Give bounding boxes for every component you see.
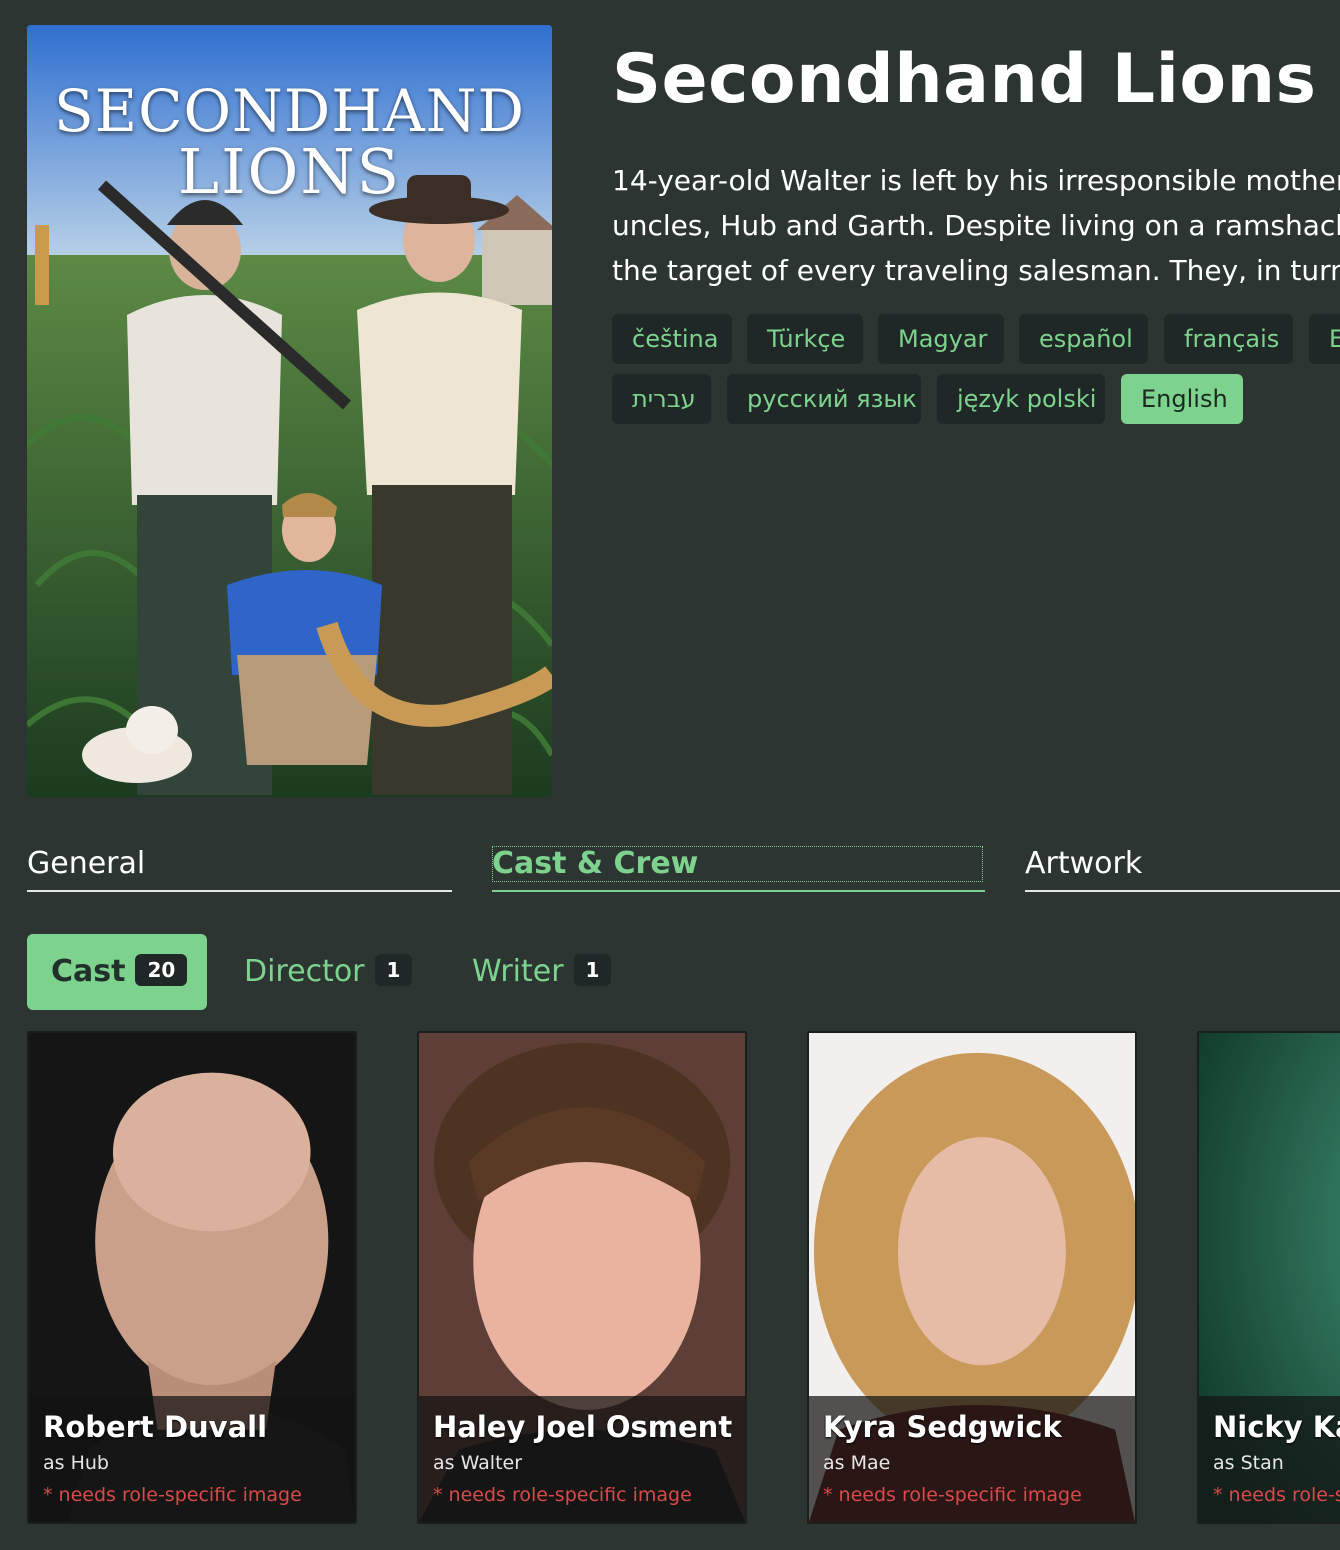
cast-caption: Kyra Sedgwick as Mae * needs role-specif… xyxy=(809,1396,1135,1522)
cast-role: as Hub xyxy=(43,1452,109,1474)
movie-overview: 14-year-old Walter is left by his irresp… xyxy=(612,158,1340,293)
cast-image-note: * needs role-specific image xyxy=(823,1484,1082,1506)
cast-name: Haley Joel Osment xyxy=(433,1410,733,1444)
language-chip-en[interactable]: English xyxy=(1121,374,1243,424)
language-chip-partial[interactable]: E xyxy=(1309,314,1340,364)
cast-caption: Nicky Ka as Stan * needs role-sp xyxy=(1199,1396,1340,1522)
tab-general[interactable]: General xyxy=(27,846,452,892)
subtab-writer-label: Writer xyxy=(472,954,564,989)
language-chip-he[interactable]: עברית xyxy=(612,374,711,424)
movie-detail-page: SECONDHAND LIONS Secondhand Lions 14-yea… xyxy=(0,0,1340,1550)
language-chip-cs[interactable]: čeština xyxy=(612,314,732,364)
cast-image-note: * needs role-specific image xyxy=(43,1484,302,1506)
tab-cast-crew[interactable]: Cast & Crew xyxy=(492,846,985,892)
cast-role: as Walter xyxy=(433,1452,523,1474)
overview-line: uncles, Hub and Garth. Despite living on… xyxy=(612,209,1340,242)
cast-name: Nicky Ka xyxy=(1213,1410,1340,1444)
cast-caption: Robert Duvall as Hub * needs role-specif… xyxy=(29,1396,355,1522)
subtab-director[interactable]: Director 1 xyxy=(244,934,424,1010)
tab-general-label: General xyxy=(27,846,146,881)
cast-role: as Mae xyxy=(823,1452,891,1474)
writer-count-badge: 1 xyxy=(573,953,612,986)
movie-poster: SECONDHAND LIONS xyxy=(27,25,552,797)
cast-card[interactable]: Haley Joel Osment as Walter * needs role… xyxy=(417,1031,747,1524)
language-chip-es[interactable]: español xyxy=(1019,314,1148,364)
cast-card[interactable]: Kyra Sedgwick as Mae * needs role-specif… xyxy=(807,1031,1137,1524)
language-chip-tr[interactable]: Türkçe xyxy=(747,314,863,364)
overview-line: the target of every traveling salesman. … xyxy=(612,254,1340,287)
tab-artwork-label: Artwork xyxy=(1025,846,1143,881)
tab-artwork[interactable]: Artwork xyxy=(1025,846,1340,892)
focus-outline xyxy=(492,846,983,882)
cast-name: Robert Duvall xyxy=(43,1410,268,1444)
overview-line: 14-year-old Walter is left by his irresp… xyxy=(612,164,1340,197)
cast-role: as Stan xyxy=(1213,1452,1284,1474)
subtab-director-label: Director xyxy=(244,954,365,989)
cast-name: Kyra Sedgwick xyxy=(823,1410,1062,1444)
language-chip-fr[interactable]: français xyxy=(1164,314,1293,364)
subtab-cast-label: Cast xyxy=(51,954,126,989)
cast-image-note: * needs role-sp xyxy=(1213,1484,1340,1506)
language-chip-hu[interactable]: Magyar xyxy=(878,314,1004,364)
cast-card[interactable]: Robert Duvall as Hub * needs role-specif… xyxy=(27,1031,357,1524)
language-chip-pl[interactable]: język polski xyxy=(937,374,1105,424)
cast-image-note: * needs role-specific image xyxy=(433,1484,692,1506)
cast-count-badge: 20 xyxy=(135,953,188,986)
poster-title-line2: LIONS xyxy=(177,135,402,208)
page-title: Secondhand Lions xyxy=(612,40,1317,119)
subtab-cast[interactable]: Cast 20 xyxy=(27,934,207,1010)
cast-caption: Haley Joel Osment as Walter * needs role… xyxy=(419,1396,745,1522)
cast-card[interactable]: Nicky Ka as Stan * needs role-sp xyxy=(1197,1031,1340,1524)
director-count-badge: 1 xyxy=(374,953,413,986)
language-chip-ru[interactable]: русский язык xyxy=(727,374,921,424)
subtab-writer[interactable]: Writer 1 xyxy=(472,934,632,1010)
